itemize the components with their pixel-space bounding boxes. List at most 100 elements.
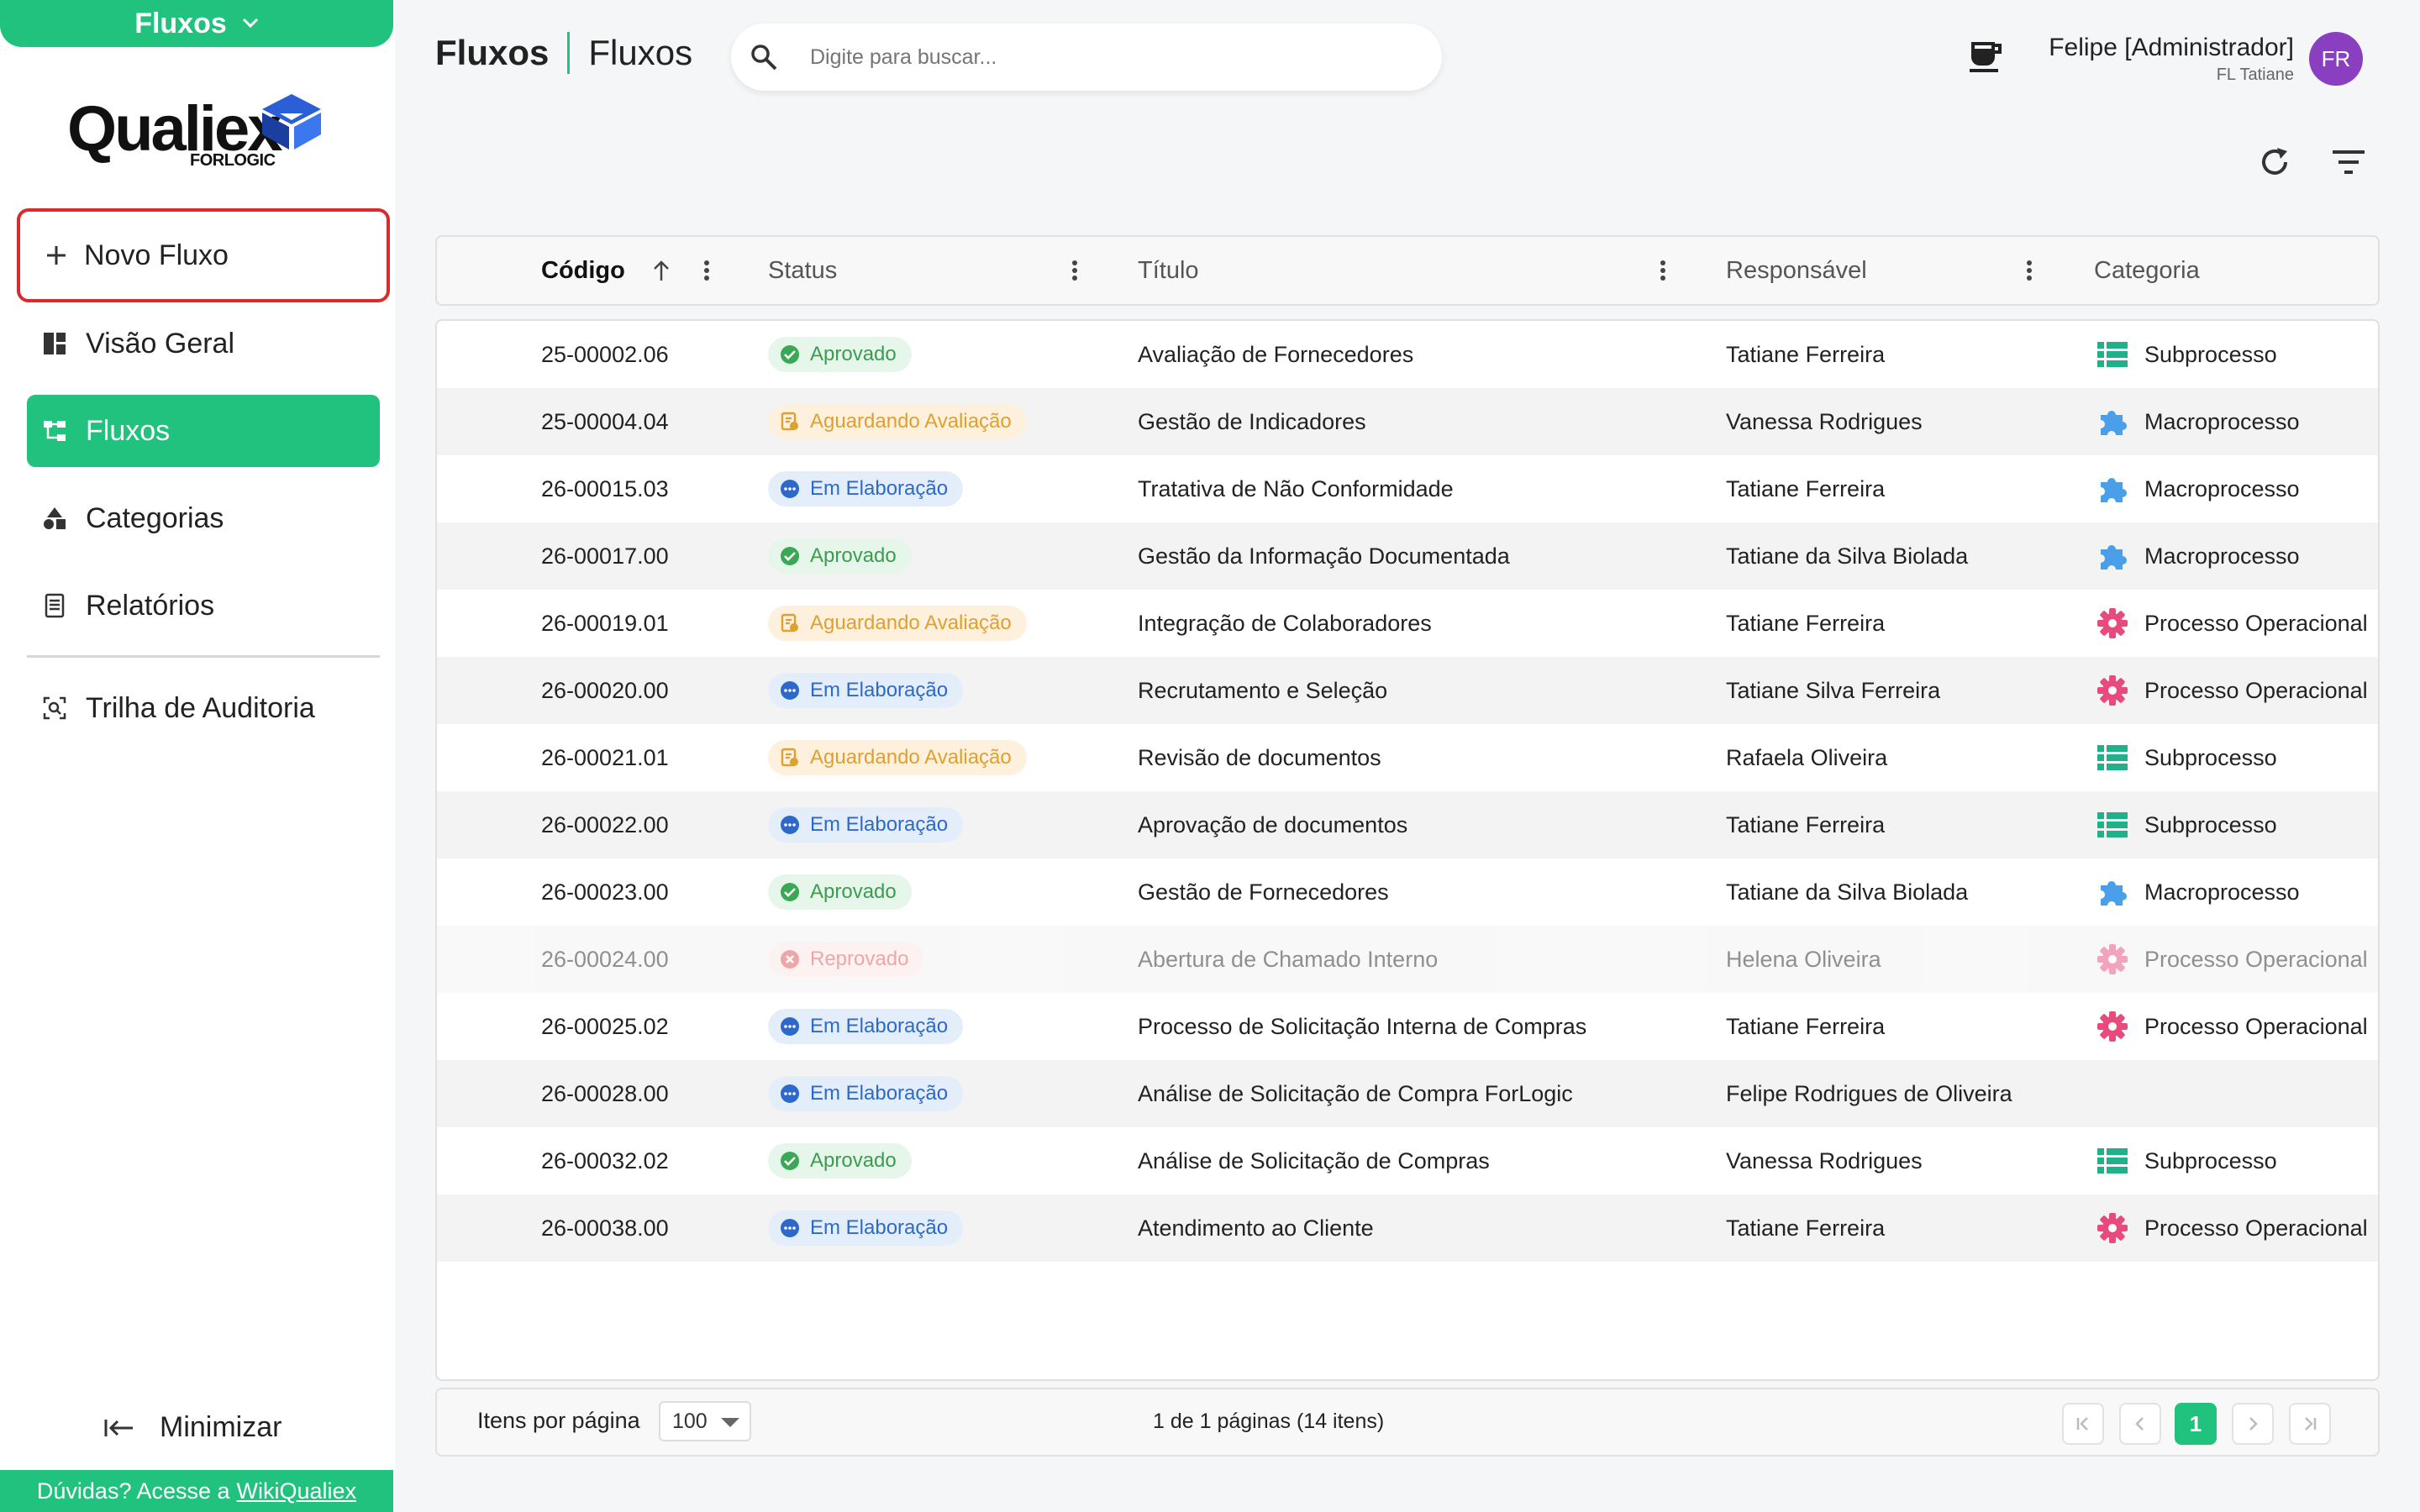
column-menu-icon[interactable] <box>2025 259 2033 282</box>
status-label: Aguardando Avaliação <box>810 410 1012 433</box>
cell-status: Aprovado <box>768 321 912 388</box>
cell-status: Em Elaboração <box>768 1060 964 1127</box>
sidebar: Fluxos Qualiex FORLOGIC Novo Fluxo Visão… <box>0 0 395 1512</box>
table-row[interactable]: 26-00025.02 Em Elaboração Processo de Soli… <box>437 993 2378 1060</box>
new-flow-button[interactable]: Novo Fluxo <box>17 208 390 302</box>
category-label: Macroprocesso <box>2144 543 2300 569</box>
gear-icon <box>2096 942 2129 976</box>
cell-responsible: Tatiane Ferreira <box>1726 1215 1886 1241</box>
status-label: Aguardando Avaliação <box>810 612 1012 634</box>
sidebar-item-reports[interactable]: Relatórios <box>27 570 380 642</box>
avatar[interactable]: FR <box>2309 32 2363 86</box>
sidebar-item-label: Relatórios <box>86 589 215 622</box>
column-menu-icon[interactable] <box>1071 259 1079 282</box>
user-info[interactable]: Felipe [Administrador] FL Tatiane <box>2049 34 2294 85</box>
cell-code: 26-00032.02 <box>541 1147 669 1173</box>
table-row[interactable]: 26-00021.01 Aguardando Avaliação Revisão d… <box>437 724 2378 791</box>
table-row[interactable]: 26-00024.00 Reprovado Abertura de Chamado … <box>437 926 2378 993</box>
audit-icon <box>43 696 66 720</box>
table-row[interactable]: 26-00020.00 Em Elaboração Recrutamento e S… <box>437 657 2378 724</box>
gear-icon <box>2096 1211 2129 1245</box>
table-header: Código Status Título Responsável Categor… <box>435 235 2380 306</box>
filter-icon[interactable] <box>2331 150 2366 175</box>
coffee-icon[interactable] <box>1966 37 2005 76</box>
status-badge: Reprovado <box>768 942 924 977</box>
page-button-current[interactable]: 1 <box>2175 1403 2217 1445</box>
cell-title: Processo de Solicitação Interna de Compr… <box>1138 1013 1587 1039</box>
column-header-responsible[interactable]: Responsável <box>1726 237 1867 304</box>
table-row[interactable]: 26-00022.00 Em Elaboração Aprovação de doc… <box>437 791 2378 858</box>
minimize-button[interactable]: Minimizar <box>104 1411 281 1444</box>
table-row[interactable]: 26-00017.00 Aprovado Gestão da Informação … <box>437 522 2378 590</box>
cell-category: Subprocesso <box>2096 791 2277 858</box>
list-icon <box>2096 811 2129 839</box>
cell-code: 26-00019.01 <box>541 610 669 636</box>
last-page-button[interactable] <box>2289 1403 2331 1445</box>
first-page-button[interactable] <box>2062 1403 2104 1445</box>
table-row[interactable]: 26-00015.03 Em Elaboração Tratativa de Não… <box>437 455 2378 522</box>
column-header-status[interactable]: Status <box>768 237 837 304</box>
module-title: Fluxos <box>435 33 550 72</box>
sidebar-item-audit-trail[interactable]: Trilha de Auditoria <box>27 672 380 744</box>
table-row[interactable]: 26-00023.00 Aprovado Gestão de Fornecedore… <box>437 858 2378 926</box>
search-input[interactable] <box>810 45 1314 70</box>
logo-sub: FORLOGIC <box>190 151 276 170</box>
column-header-category[interactable]: Categoria <box>2094 237 2200 304</box>
status-badge: Aguardando Avaliação <box>768 404 1027 439</box>
user-company: FL Tatiane <box>2216 66 2294 84</box>
sidebar-item-overview[interactable]: Visão Geral <box>27 307 380 380</box>
check-circle-icon <box>780 546 800 566</box>
search-bar[interactable] <box>731 24 1442 91</box>
collapse-left-icon <box>104 1419 133 1436</box>
table-row[interactable]: 26-00038.00 Em Elaboração Atendimento ao C… <box>437 1194 2378 1262</box>
list-icon <box>2096 743 2129 772</box>
status-label: Em Elaboração <box>810 1216 949 1239</box>
items-per-page-select[interactable]: 100 <box>659 1401 751 1441</box>
column-menu-icon[interactable] <box>1659 259 1667 282</box>
cell-status: Em Elaboração <box>768 1194 964 1262</box>
table-row[interactable]: 26-00019.01 Aguardando Avaliação Integraçã… <box>437 590 2378 657</box>
column-header-code[interactable]: Código <box>541 237 625 304</box>
cell-category: Macroprocesso <box>2096 455 2300 522</box>
module-switcher-label: Fluxos <box>134 7 227 39</box>
cell-code: 26-00038.00 <box>541 1215 669 1241</box>
column-menu-icon[interactable] <box>702 259 711 282</box>
status-label: Aprovado <box>810 880 897 903</box>
column-label: Categoria <box>2094 256 2200 284</box>
table-row[interactable]: 25-00004.04 Aguardando Avaliação Gestão de… <box>437 388 2378 455</box>
column-header-title[interactable]: Título <box>1138 237 1199 304</box>
cell-responsible: Tatiane Ferreira <box>1726 341 1886 367</box>
status-badge: Aguardando Avaliação <box>768 740 1027 775</box>
sort-ascending-icon[interactable] <box>652 259 671 282</box>
cell-responsible: Vanessa Rodrigues <box>1726 1147 1923 1173</box>
check-circle-icon <box>780 1151 800 1171</box>
table-row[interactable]: 26-00028.00 Em Elaboração Análise de Solic… <box>437 1060 2378 1127</box>
cell-title: Análise de Solicitação de Compras <box>1138 1147 1490 1173</box>
cell-category: Processo Operacional <box>2096 657 2368 724</box>
search-icon <box>751 45 777 71</box>
category-label: Processo Operacional <box>2144 1013 2368 1039</box>
table-row[interactable]: 25-00002.06 Aprovado Avaliação de Forneced… <box>437 321 2378 388</box>
sidebar-item-categories[interactable]: Categorias <box>27 482 380 554</box>
category-label: Macroprocesso <box>2144 879 2300 905</box>
cell-title: Gestão da Informação Documentada <box>1138 543 1510 569</box>
sidebar-item-label: Fluxos <box>86 414 171 447</box>
puzzle-icon <box>2096 539 2129 573</box>
cell-responsible: Rafaela Oliveira <box>1726 744 1888 770</box>
status-badge: Aprovado <box>768 538 912 574</box>
cell-status: Em Elaboração <box>768 791 964 858</box>
first-page-icon <box>2076 1417 2088 1431</box>
page-subtitle: Fluxos <box>588 33 693 72</box>
table-row[interactable]: 26-00032.02 Aprovado Análise de Solicitaçã… <box>437 1127 2378 1194</box>
cell-status: Aprovado <box>768 522 912 590</box>
previous-page-button[interactable] <box>2119 1403 2161 1445</box>
wiki-link[interactable]: WikiQualiex <box>237 1478 357 1504</box>
sidebar-item-flows[interactable]: Fluxos <box>27 395 380 467</box>
cell-code: 26-00021.01 <box>541 744 669 770</box>
refresh-icon[interactable] <box>2257 144 2292 180</box>
module-switcher[interactable]: Fluxos <box>0 0 393 47</box>
next-page-button[interactable] <box>2232 1403 2274 1445</box>
cell-responsible: Felipe Rodrigues de Oliveira <box>1726 1080 2012 1106</box>
cell-category: Macroprocesso <box>2096 388 2300 455</box>
status-label: Aprovado <box>810 1149 897 1172</box>
